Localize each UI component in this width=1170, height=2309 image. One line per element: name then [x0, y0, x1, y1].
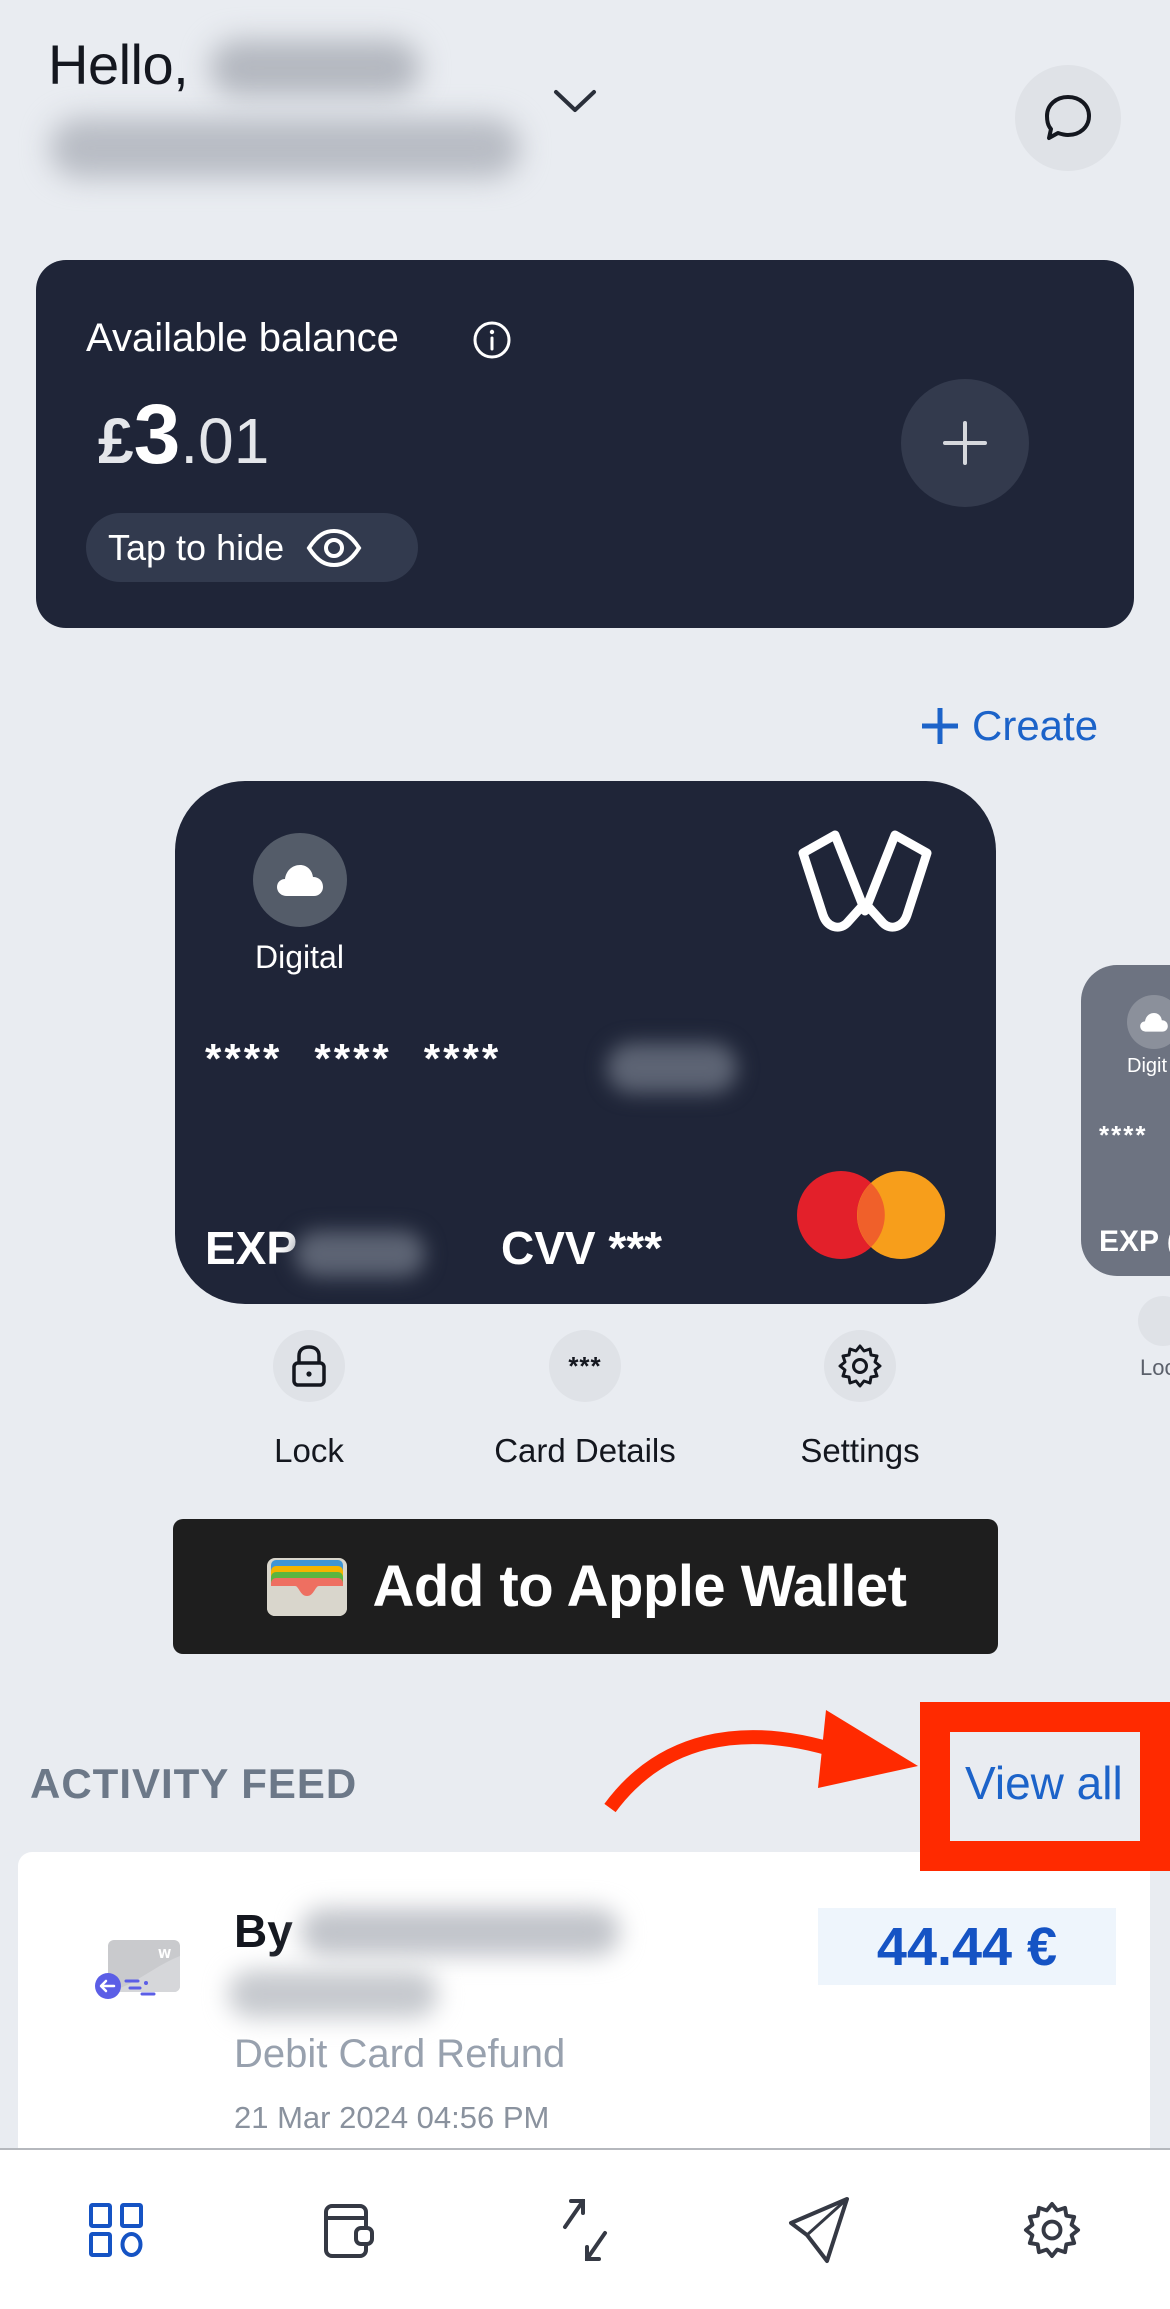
secondary-lock-button[interactable]: [1138, 1296, 1170, 1346]
card-last-four-redacted: [607, 1043, 737, 1093]
nav-send[interactable]: [780, 2190, 860, 2270]
send-icon: [789, 2197, 849, 2263]
add-to-apple-wallet-button[interactable]: Add to Apple Wallet: [173, 1519, 998, 1654]
nav-dashboard[interactable]: [76, 2190, 156, 2270]
transaction-type: Debit Card Refund: [234, 2032, 566, 2076]
nav-settings[interactable]: [1012, 2190, 1092, 2270]
card-exp-label: EXP: [205, 1222, 298, 1274]
card-exp-redacted: [295, 1231, 425, 1277]
digital-badge: [1127, 995, 1170, 1049]
digital-badge: [253, 833, 347, 927]
tap-to-hide-label: Tap to hide: [108, 526, 285, 568]
nav-transfer[interactable]: [545, 2190, 625, 2270]
card-settings-button[interactable]: Settings: [740, 1330, 980, 1470]
lock-icon: [292, 1345, 326, 1387]
svg-text:W: W: [158, 1947, 171, 1961]
apple-wallet-label: Add to Apple Wallet: [372, 1554, 907, 1619]
card-details-circle: ***: [549, 1330, 621, 1402]
card-settings-label: Settings: [800, 1432, 920, 1469]
tap-to-hide-button[interactable]: Tap to hide: [86, 513, 418, 582]
transaction-list-item[interactable]: W By Debit Card Refund 21 Mar 2024 04:56…: [18, 1852, 1150, 2172]
card-exp-label: EXP (: [1099, 1225, 1170, 1258]
apple-wallet-icon: [266, 1557, 347, 1616]
card-details-label: Card Details: [494, 1432, 676, 1469]
brand-logo-icon: [798, 830, 932, 932]
eye-icon: [306, 528, 362, 567]
plus-icon: [922, 708, 958, 744]
card-details-button[interactable]: *** Card Details: [465, 1330, 705, 1470]
cloud-icon: [1140, 1013, 1168, 1032]
card-number: **** **** ****: [205, 1035, 502, 1082]
activity-feed-title: ACTIVITY FEED: [30, 1760, 358, 1807]
bottom-navigation: [0, 2148, 1170, 2309]
account-name-redacted: [210, 40, 420, 96]
payment-card[interactable]: Digital **** **** **** EXP CVV ***: [175, 781, 996, 1304]
chevron-down-icon[interactable]: [552, 86, 598, 116]
info-icon[interactable]: [472, 320, 512, 360]
create-card-button[interactable]: Create: [920, 702, 1098, 750]
chat-button[interactable]: [1015, 65, 1121, 171]
plus-icon: [943, 421, 987, 465]
lock-button-circle: [273, 1330, 345, 1402]
secondary-lock-label: Loc: [1140, 1355, 1170, 1380]
view-all-link[interactable]: View all: [965, 1756, 1123, 1810]
gear-icon: [1023, 2201, 1081, 2259]
card-settings-circle: [824, 1330, 896, 1402]
balance-card: Available balance £3.01 Tap to hide: [36, 260, 1134, 628]
merchant-name-redacted: [300, 1908, 620, 1956]
balance-label: Available balance: [86, 316, 399, 360]
secondary-card-peek[interactable]: Digit **** EXP (: [1081, 965, 1170, 1276]
nav-wallet[interactable]: [310, 2190, 390, 2270]
card-refund-icon: W: [95, 1940, 180, 1999]
card-cvv-label: CVV ***: [501, 1222, 663, 1274]
balance-integer: 3: [133, 387, 181, 481]
balance-amount: £3.01: [98, 386, 269, 483]
transfer-arrows-icon: [563, 2199, 607, 2261]
card-type-label: Digital: [255, 939, 344, 975]
merchant-name-redacted-line2: [228, 1970, 438, 2018]
gear-icon: [838, 1344, 882, 1388]
card-number: ****: [1099, 1120, 1148, 1150]
create-label: Create: [972, 702, 1099, 749]
lock-label: Lock: [274, 1432, 344, 1469]
greeting-text: Hello,: [48, 33, 189, 96]
add-money-button[interactable]: [901, 379, 1029, 507]
lock-card-button[interactable]: Lock: [189, 1330, 429, 1470]
transaction-by-prefix: By: [234, 1905, 293, 1957]
cloud-icon: [277, 865, 323, 896]
wallet-icon: [324, 2204, 374, 2258]
balance-currency: £: [98, 405, 134, 477]
dashboard-grid-icon: [89, 2203, 143, 2257]
transaction-amount: 44.44 €: [818, 1908, 1116, 1985]
annotation-arrow-icon: [604, 1710, 918, 1813]
mastercard-logo-icon: [797, 1171, 945, 1259]
card-type-label: Digit: [1127, 1055, 1168, 1077]
account-name-redacted-line2: [50, 118, 520, 178]
transaction-datetime: 21 Mar 2024 04:56 PM: [234, 2100, 550, 2135]
masked-digits-icon: ***: [568, 1350, 602, 1381]
chat-bubble-icon: [1045, 95, 1091, 140]
balance-decimal: .01: [180, 405, 270, 477]
